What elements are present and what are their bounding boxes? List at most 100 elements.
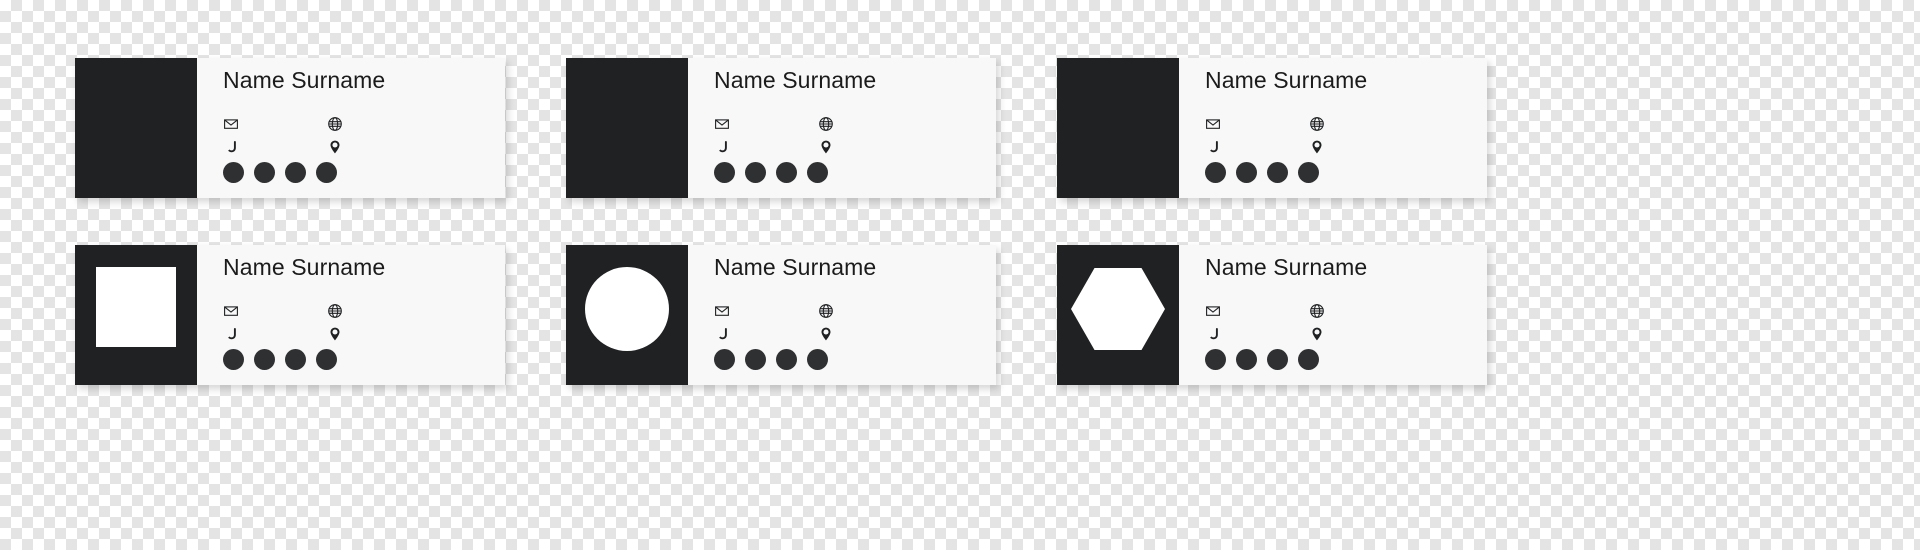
location-pin-icon[interactable]	[818, 139, 834, 155]
business-card[interactable]: Name Surname	[566, 58, 996, 198]
social-dot[interactable]	[285, 349, 306, 370]
globe-icon[interactable]	[1309, 116, 1325, 132]
business-card[interactable]: Name Surname	[75, 58, 505, 198]
globe-icon[interactable]	[818, 116, 834, 132]
social-dot[interactable]	[807, 349, 828, 370]
business-card[interactable]: Name Surname	[1057, 245, 1487, 385]
contact-row[interactable]	[818, 137, 834, 157]
contact-row[interactable]	[818, 114, 834, 134]
business-card-template-board: Name Surname Name Surname Name Surname Name…	[0, 0, 1920, 550]
envelope-icon[interactable]	[223, 116, 239, 132]
contact-column-left	[714, 114, 730, 160]
card-body: Name Surname	[688, 245, 996, 385]
contact-column-right	[1309, 301, 1325, 347]
contact-row[interactable]	[1309, 324, 1325, 344]
social-dot[interactable]	[1298, 162, 1319, 183]
card-body: Name Surname	[688, 58, 996, 198]
social-dot[interactable]	[745, 349, 766, 370]
social-dot[interactable]	[807, 162, 828, 183]
card-body: Name Surname	[197, 245, 505, 385]
location-pin-icon[interactable]	[1309, 139, 1325, 155]
social-dot[interactable]	[714, 162, 735, 183]
contact-row[interactable]	[714, 114, 730, 134]
contact-column-right	[818, 114, 834, 160]
contact-row[interactable]	[1205, 114, 1221, 134]
contact-row[interactable]	[327, 324, 343, 344]
envelope-icon[interactable]	[714, 303, 730, 319]
card-name: Name Surname	[714, 254, 877, 280]
location-pin-icon[interactable]	[327, 139, 343, 155]
contact-row[interactable]	[1309, 301, 1325, 321]
contact-row[interactable]	[223, 301, 239, 321]
social-dot[interactable]	[714, 349, 735, 370]
contact-row[interactable]	[1205, 301, 1221, 321]
globe-icon[interactable]	[327, 116, 343, 132]
business-card[interactable]: Name Surname	[566, 245, 996, 385]
contact-row[interactable]	[818, 301, 834, 321]
social-dot[interactable]	[1236, 349, 1257, 370]
envelope-icon[interactable]	[1205, 116, 1221, 132]
social-dot[interactable]	[776, 349, 797, 370]
card-name: Name Surname	[223, 67, 386, 93]
contact-column-left	[223, 114, 239, 160]
photo-cutout-circle-icon	[585, 267, 669, 351]
contact-row[interactable]	[223, 324, 239, 344]
contact-row[interactable]	[223, 114, 239, 134]
social-dot[interactable]	[1205, 162, 1226, 183]
social-dot[interactable]	[776, 162, 797, 183]
social-links-row	[1205, 349, 1319, 370]
contact-row[interactable]	[1309, 114, 1325, 134]
social-dot[interactable]	[285, 162, 306, 183]
phone-icon[interactable]	[714, 139, 730, 155]
card-photo-panel	[75, 245, 197, 385]
location-pin-icon[interactable]	[818, 326, 834, 342]
social-dot[interactable]	[316, 162, 337, 183]
phone-icon[interactable]	[714, 326, 730, 342]
contact-row[interactable]	[714, 137, 730, 157]
phone-icon[interactable]	[1205, 326, 1221, 342]
globe-icon[interactable]	[327, 303, 343, 319]
social-dot[interactable]	[1298, 349, 1319, 370]
contact-row[interactable]	[1205, 137, 1221, 157]
social-dot[interactable]	[254, 349, 275, 370]
business-card[interactable]: Name Surname	[1057, 58, 1487, 198]
contact-row[interactable]	[714, 324, 730, 344]
social-dot[interactable]	[316, 349, 337, 370]
card-photo-panel	[1057, 58, 1179, 198]
globe-icon[interactable]	[1309, 303, 1325, 319]
phone-icon[interactable]	[1205, 139, 1221, 155]
contact-row[interactable]	[1309, 137, 1325, 157]
card-name: Name Surname	[223, 254, 386, 280]
social-dot[interactable]	[1267, 162, 1288, 183]
photo-cutout-hexagon-icon	[1071, 268, 1165, 350]
phone-icon[interactable]	[223, 139, 239, 155]
contact-row[interactable]	[327, 137, 343, 157]
social-dot[interactable]	[223, 349, 244, 370]
contact-row[interactable]	[818, 324, 834, 344]
contact-column-right	[327, 114, 343, 160]
photo-cutout-square-icon	[96, 267, 176, 347]
card-body: Name Surname	[197, 58, 505, 198]
social-links-row	[223, 162, 337, 183]
location-pin-icon[interactable]	[327, 326, 343, 342]
social-dot[interactable]	[1205, 349, 1226, 370]
social-dot[interactable]	[254, 162, 275, 183]
contact-row[interactable]	[1205, 324, 1221, 344]
envelope-icon[interactable]	[1205, 303, 1221, 319]
social-dot[interactable]	[1236, 162, 1257, 183]
social-dot[interactable]	[745, 162, 766, 183]
contact-row[interactable]	[714, 301, 730, 321]
contact-column-left	[714, 301, 730, 347]
envelope-icon[interactable]	[714, 116, 730, 132]
contact-column-left	[1205, 114, 1221, 160]
social-dot[interactable]	[1267, 349, 1288, 370]
social-dot[interactable]	[223, 162, 244, 183]
contact-row[interactable]	[223, 137, 239, 157]
contact-row[interactable]	[327, 114, 343, 134]
contact-row[interactable]	[327, 301, 343, 321]
location-pin-icon[interactable]	[1309, 326, 1325, 342]
phone-icon[interactable]	[223, 326, 239, 342]
globe-icon[interactable]	[818, 303, 834, 319]
envelope-icon[interactable]	[223, 303, 239, 319]
business-card[interactable]: Name Surname	[75, 245, 505, 385]
